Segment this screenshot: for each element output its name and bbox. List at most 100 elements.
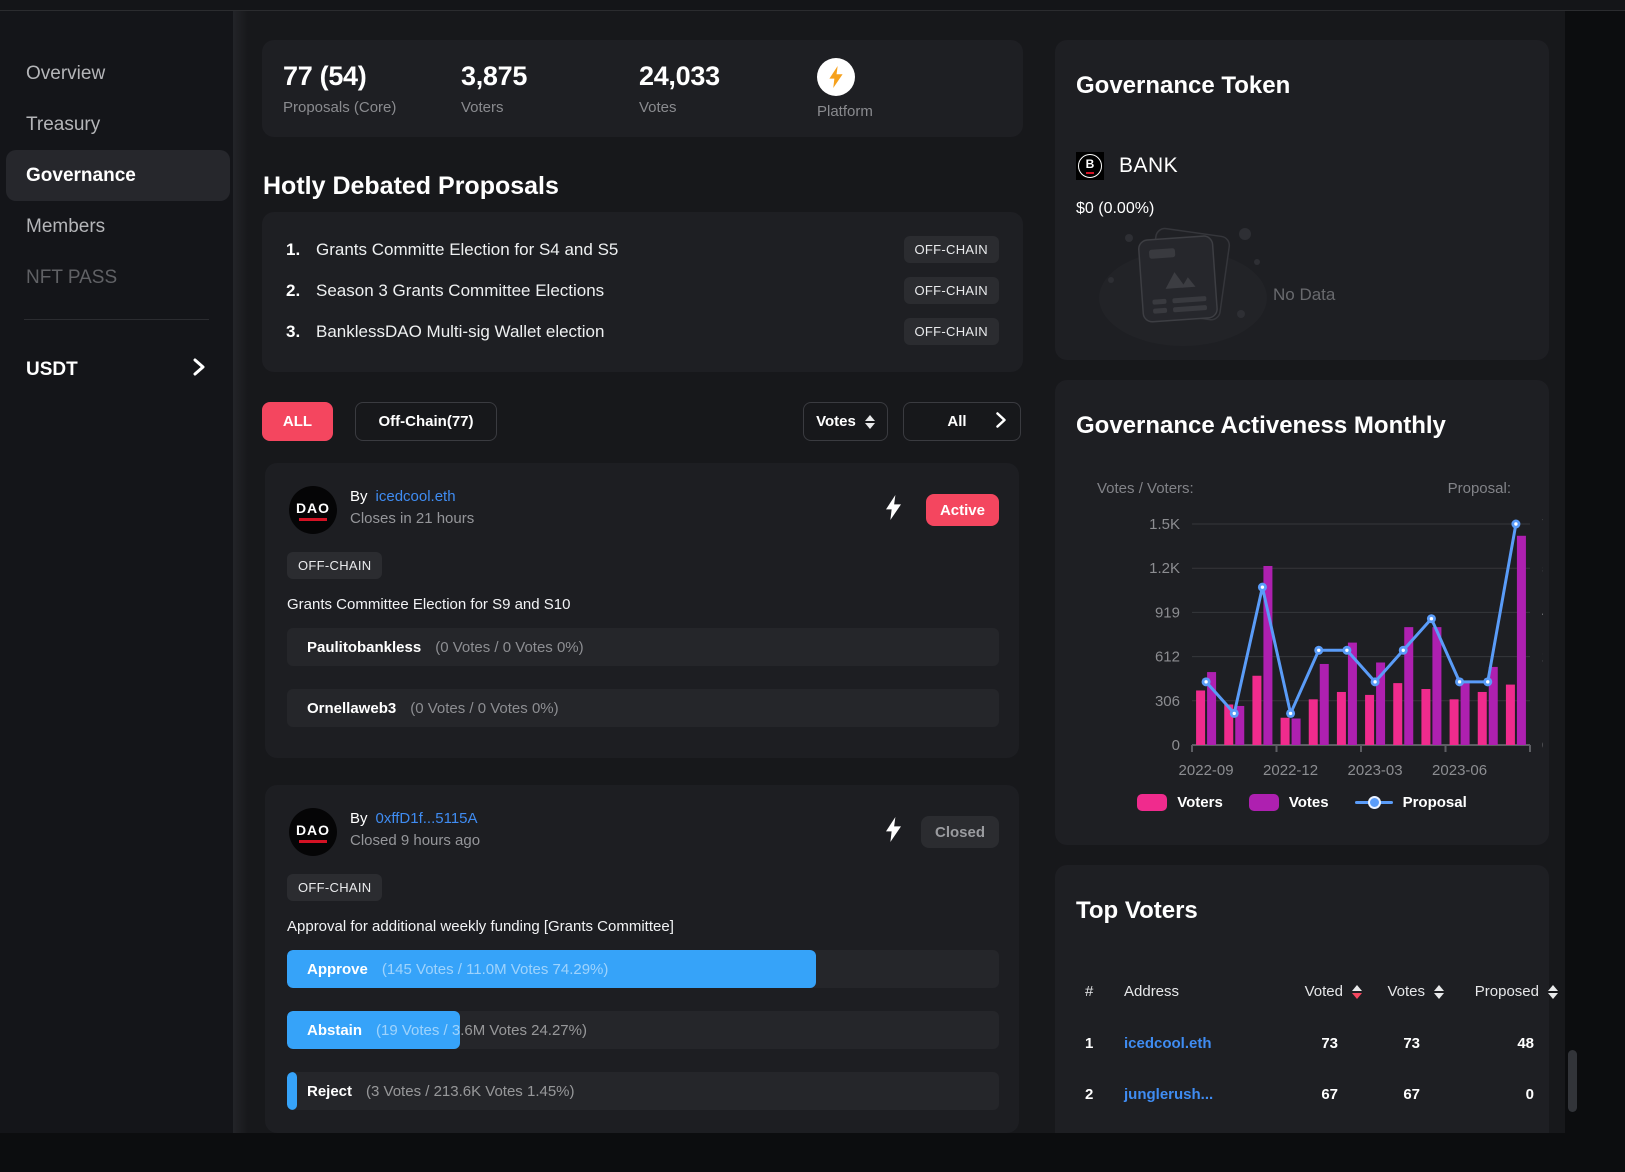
voters-swatch-icon [1137, 794, 1167, 811]
page-scrollbar-thumb[interactable] [1568, 1050, 1577, 1112]
author-link[interactable]: 0xffD1f...5115A [376, 810, 478, 827]
status-label: Closed [935, 824, 985, 841]
top-voters-header: # Address Voted Votes Proposed [1085, 983, 1520, 1000]
stat-voters-value: 3,875 [461, 61, 639, 92]
col-proposed-sort[interactable]: Proposed [1444, 983, 1558, 1000]
legend-proposal[interactable]: Proposal [1355, 794, 1467, 811]
proposal-card-closed[interactable]: DAO By0xffD1f...5115A Closed 9 hours ago… [265, 785, 1019, 1133]
col-voted-sort[interactable]: Voted [1266, 983, 1362, 1000]
token-price: $0 (0.00%) [1076, 200, 1154, 218]
vote-option-detail: (0 Votes / 0 Votes 0%) [435, 639, 583, 656]
vote-option-detail: (145 Votes / 11.0M Votes 74.29%) [382, 961, 609, 978]
svg-text:612: 612 [1155, 649, 1180, 666]
sidebar-item-overview[interactable]: Overview [0, 48, 233, 99]
filter-offchain-label: Off-Chain(77) [379, 413, 474, 430]
voter-votes: 67 [1362, 1086, 1444, 1103]
bank-icon-letter: B [1086, 158, 1095, 173]
lightning-icon [886, 817, 901, 847]
proposal-card-active[interactable]: DAO Byicedcool.eth Closes in 21 hours Ac… [265, 463, 1019, 758]
svg-text:2: 2 [1542, 649, 1543, 666]
bank-token-row[interactable]: B BANK [1076, 152, 1178, 180]
sidebar-item-nft-pass[interactable]: NFT PASS [0, 252, 233, 303]
stat-voters-label: Voters [461, 99, 639, 116]
col-proposed-label: Proposed [1475, 983, 1539, 1000]
vote-option-detail: (0 Votes / 0 Votes 0%) [410, 700, 558, 717]
stat-platform-label: Platform [817, 103, 995, 120]
dao-avatar-text: DAO [296, 822, 330, 838]
sidebar-item-members[interactable]: Members [0, 201, 233, 252]
by-label: By [350, 810, 368, 827]
svg-text:4: 4 [1542, 604, 1543, 621]
vote-option-row-reject[interactable]: Reject (3 Votes / 213.6K Votes 1.45%) [287, 1072, 999, 1110]
legend-voters[interactable]: Voters [1137, 794, 1223, 811]
stat-votes-label: Votes [639, 99, 817, 116]
vote-option-row[interactable]: Ornellaweb3 (0 Votes / 0 Votes 0%) [287, 689, 999, 727]
proposal-author-line: Byicedcool.eth [350, 488, 456, 505]
stat-votes: 24,033 Votes [639, 61, 817, 116]
top-voters-card: Top Voters # Address Voted Votes Propose… [1055, 865, 1549, 1133]
stat-voters: 3,875 Voters [461, 61, 639, 116]
governance-activeness-card: Governance Activeness Monthly Votes / Vo… [1055, 380, 1549, 845]
sidebar-token-usdt[interactable]: USDT [0, 346, 233, 394]
sidebar-item-governance[interactable]: Governance [6, 150, 230, 201]
left-axis-title: Votes / Voters: [1097, 480, 1194, 497]
col-votes-sort[interactable]: Votes [1362, 983, 1444, 1000]
vote-option-inner: Abstain (19 Votes / 3.6M Votes 24.27%) [287, 1011, 999, 1049]
no-data-label: No Data [1273, 285, 1335, 305]
status-label: Active [940, 502, 985, 519]
activeness-chart: 003061612291941.2K51.5K72022-092022-1220… [1063, 508, 1543, 784]
proposal-author-line: By 0xffD1f...5115A [350, 810, 478, 827]
vote-option-row-approve[interactable]: Approve (145 Votes / 11.0M Votes 74.29%) [287, 950, 999, 988]
voter-address-link[interactable]: junglerush... [1124, 1086, 1266, 1103]
voter-rank: 1 [1085, 1035, 1124, 1052]
filter-offchain-button[interactable]: Off-Chain(77) [355, 402, 497, 441]
hot-proposal-row[interactable]: 1. Grants Committe Election for S4 and S… [286, 229, 999, 270]
vote-option-detail: (3 Votes / 213.6K Votes 1.45%) [366, 1083, 574, 1100]
chevron-right-icon [996, 412, 1006, 432]
proposal-title: Grants Committee Election for S9 and S10 [287, 596, 570, 613]
usdt-label: USDT [26, 359, 78, 381]
right-axis-title: Proposal: [1448, 480, 1511, 497]
dao-avatar: DAO [289, 486, 337, 534]
scope-all-dropdown[interactable]: All [903, 402, 1021, 441]
author-link[interactable]: icedcool.eth [376, 488, 456, 505]
vote-option-row-abstain[interactable]: Abstain (19 Votes / 3.6M Votes 24.27%) [287, 1011, 999, 1049]
proposal-line-icon [1355, 801, 1393, 804]
col-address: Address [1124, 983, 1266, 1000]
sidebar-item-label: Governance [26, 165, 136, 187]
hot-proposal-row[interactable]: 3. BanklessDAO Multi-sig Wallet election… [286, 311, 999, 352]
hot-proposal-row[interactable]: 2. Season 3 Grants Committee Elections O… [286, 270, 999, 311]
sidebar: Overview Treasury Governance Members NFT… [0, 11, 233, 1133]
status-badge-closed[interactable]: Closed [921, 816, 999, 848]
proposal-filters: ALL Off-Chain(77) Votes All [262, 402, 1023, 441]
stat-votes-value: 24,033 [639, 61, 817, 92]
sidebar-item-treasury[interactable]: Treasury [0, 99, 233, 150]
vote-option-name: Abstain [307, 1022, 362, 1039]
offchain-tag: OFF-CHAIN [904, 236, 999, 263]
main-content: 77 (54) Proposals (Core) 3,875 Voters 24… [253, 11, 1565, 1133]
stats-card: 77 (54) Proposals (Core) 3,875 Voters 24… [262, 40, 1023, 137]
vote-option-inner: Reject (3 Votes / 213.6K Votes 1.45%) [287, 1072, 999, 1110]
sidebar-item-label: Overview [26, 63, 105, 85]
legend-votes[interactable]: Votes [1249, 794, 1329, 811]
governance-token-title: Governance Token [1076, 72, 1290, 100]
offchain-tag: OFF-CHAIN [904, 318, 999, 345]
vote-option-row[interactable]: Paulitobankless (0 Votes / 0 Votes 0%) [287, 628, 999, 666]
voter-proposed: 0 [1444, 1086, 1558, 1103]
svg-text:7: 7 [1542, 516, 1543, 533]
status-badge-active[interactable]: Active [926, 494, 999, 526]
voter-votes: 73 [1362, 1035, 1444, 1052]
voter-proposed: 48 [1444, 1035, 1558, 1052]
governance-token-card: Governance Token B BANK $0 (0.00%) [1055, 40, 1549, 360]
filter-all-button[interactable]: ALL [262, 402, 333, 441]
vote-option-detail: (19 Votes / 3.6M Votes 24.27%) [376, 1022, 587, 1039]
svg-text:0: 0 [1542, 737, 1543, 754]
stat-platform: Platform [817, 58, 995, 120]
svg-text:919: 919 [1155, 604, 1180, 621]
sort-votes-dropdown[interactable]: Votes [803, 402, 888, 441]
governance-dashboard: { "sidebar": { "items": [ {"label": "Ove… [0, 0, 1625, 1172]
vote-options: Approve (145 Votes / 11.0M Votes 74.29%)… [287, 950, 999, 1133]
stat-proposals-value: 77 (54) [283, 61, 461, 92]
voter-address-link[interactable]: icedcool.eth [1124, 1035, 1266, 1052]
hot-proposal-title: Grants Committe Election for S4 and S5 [316, 240, 904, 260]
